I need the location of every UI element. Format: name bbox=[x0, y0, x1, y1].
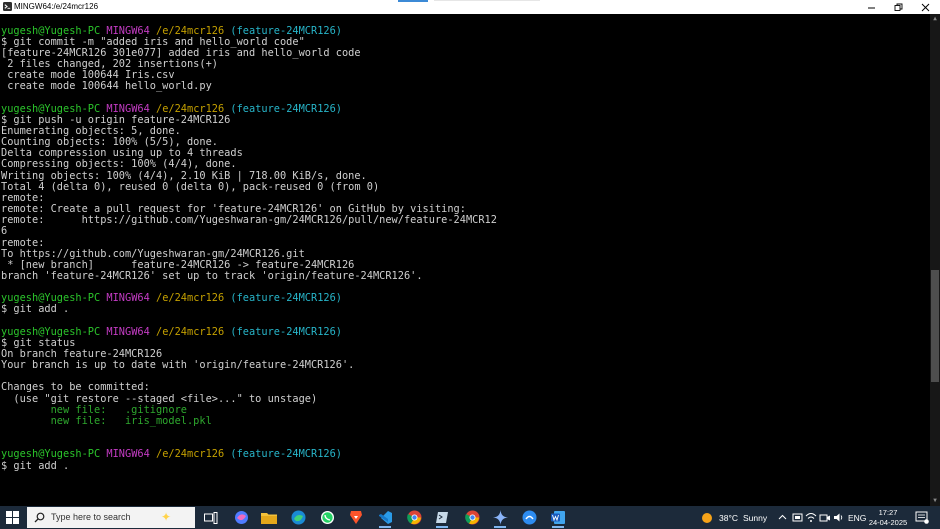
vscode-icon[interactable] bbox=[375, 508, 395, 528]
close-button[interactable] bbox=[912, 0, 938, 14]
wifi-tray-icon[interactable] bbox=[805, 506, 817, 529]
terminal-line: $ git add . bbox=[1, 304, 69, 315]
speaker-icon bbox=[834, 513, 843, 522]
terminal-text-segment: /e/24mcr126 bbox=[156, 325, 231, 338]
terminal-text-segment: (feature-24MCR126) bbox=[230, 325, 342, 338]
brave-icon[interactable] bbox=[346, 508, 366, 527]
sun-icon bbox=[702, 512, 712, 523]
terminal-text-segment: Your branch is up to date with 'origin/f… bbox=[1, 359, 355, 372]
windows-start-icon[interactable] bbox=[6, 511, 19, 524]
taskbar: Type here to search ✦ 38°C Sunny ENG 17:… bbox=[0, 506, 940, 529]
show-hidden-icons-button[interactable] bbox=[778, 506, 787, 529]
battery-tray-icon[interactable] bbox=[792, 506, 803, 529]
terminal-line: new file: iris_model.pkl bbox=[1, 414, 212, 427]
clock-time: 17:27 bbox=[878, 508, 898, 517]
terminal-text-segment: MINGW64 bbox=[106, 325, 156, 338]
terminal-line: branch 'feature-24MCR126' set up to trac… bbox=[1, 269, 423, 282]
terminal-line: remote: https://github.com/Yugeshwaran-g… bbox=[1, 215, 497, 226]
weather-widget[interactable]: 38°C Sunny bbox=[700, 506, 767, 529]
minimize-icon bbox=[867, 7, 875, 8]
terminal-text-segment: branch 'feature-24MCR126' set up to trac… bbox=[1, 269, 423, 282]
camera-icon bbox=[819, 514, 830, 522]
terminal-line: create mode 100644 hello_world.py bbox=[1, 81, 212, 92]
minimize-button[interactable] bbox=[858, 0, 884, 14]
weather-temp: 38°C bbox=[719, 512, 738, 523]
terminal-text-segment: MINGW64 bbox=[106, 292, 156, 305]
terminal-text-segment: remote: https://github.com/Yugeshwaran-g… bbox=[1, 214, 497, 227]
title-accent-2 bbox=[434, 0, 540, 1]
terminal-text-segment: /e/24mcr126 bbox=[156, 448, 231, 461]
store-icon[interactable] bbox=[519, 508, 539, 527]
language-label: ENG bbox=[848, 512, 867, 523]
terminal-output[interactable]: yugesh@Yugesh-PC MINGW64 /e/24mcr126 (fe… bbox=[0, 14, 930, 506]
whatsapp-icon[interactable] bbox=[317, 508, 337, 527]
terminal-line: Your branch is up to date with 'origin/f… bbox=[1, 360, 354, 371]
terminal-text-segment: MINGW64 bbox=[106, 448, 156, 461]
terminal-line: $ git add . bbox=[1, 459, 70, 472]
taskbar-clock[interactable]: 17:27 24-04-2025 bbox=[866, 508, 910, 527]
weather-desc: Sunny bbox=[743, 512, 768, 523]
battery-icon bbox=[792, 513, 803, 522]
edge-icon[interactable] bbox=[288, 508, 308, 527]
wifi-icon bbox=[805, 513, 817, 522]
search-placeholder: Type here to search bbox=[51, 512, 131, 522]
terminal-text-segment: Total 4 (delta 0), reused 0 (delta 0), p… bbox=[1, 180, 380, 193]
terminal-text-segment: (feature-24MCR126) bbox=[230, 102, 342, 115]
task-view-icon[interactable] bbox=[201, 508, 221, 527]
volume-tray-icon[interactable] bbox=[833, 506, 845, 529]
window-title: MINGW64:/e/24mcr126 bbox=[14, 2, 99, 11]
terminal-text-segment: (feature-24MCR126) bbox=[230, 448, 342, 461]
title-accent bbox=[398, 0, 428, 2]
notification-icon bbox=[915, 511, 929, 524]
terminal-text-segment: new file: iris_model.pkl bbox=[1, 414, 212, 427]
close-icon bbox=[921, 3, 929, 11]
git-bash-icon[interactable] bbox=[432, 508, 452, 528]
file-explorer-icon[interactable] bbox=[259, 508, 279, 527]
clock-date: 24-04-2025 bbox=[868, 517, 908, 527]
restore-button[interactable] bbox=[885, 0, 911, 14]
camera-tray-icon[interactable] bbox=[819, 506, 831, 529]
scroll-up-arrow-icon[interactable]: ▲ bbox=[931, 15, 939, 23]
taskbar-search-box[interactable]: Type here to search ✦ bbox=[27, 507, 195, 528]
notification-center-button[interactable] bbox=[915, 506, 929, 529]
terminal-text-segment: create mode 100644 hello_world.py bbox=[1, 80, 212, 93]
scroll-down-arrow-icon[interactable]: ▼ bbox=[931, 497, 939, 505]
git-bash-icon bbox=[3, 2, 12, 11]
search-highlight-icon: ✦ bbox=[161, 510, 172, 524]
terminal-text-segment: $ git add . bbox=[1, 303, 70, 316]
terminal-text-segment: (feature-24MCR126) bbox=[230, 292, 342, 305]
vertical-scrollbar[interactable]: ▲ ▼ bbox=[930, 14, 940, 506]
chevron-up-icon bbox=[778, 514, 787, 520]
terminal-text-segment: /e/24mcr126 bbox=[156, 292, 231, 305]
restore-icon bbox=[894, 3, 902, 11]
word-icon[interactable] bbox=[548, 508, 568, 528]
window-title-bar: MINGW64:/e/24mcr126 bbox=[0, 0, 940, 14]
copilot-icon[interactable] bbox=[231, 508, 251, 527]
gemini-icon[interactable] bbox=[490, 508, 510, 528]
terminal-line: Total 4 (delta 0), reused 0 (delta 0), p… bbox=[1, 180, 380, 193]
language-indicator[interactable]: ENG bbox=[848, 506, 866, 529]
terminal-text-segment: $ git add . bbox=[1, 459, 70, 472]
search-icon bbox=[34, 512, 45, 523]
chrome-icon[interactable] bbox=[404, 508, 424, 527]
scrollbar-thumb[interactable] bbox=[931, 270, 939, 382]
chrome-profile-icon[interactable] bbox=[462, 508, 482, 527]
